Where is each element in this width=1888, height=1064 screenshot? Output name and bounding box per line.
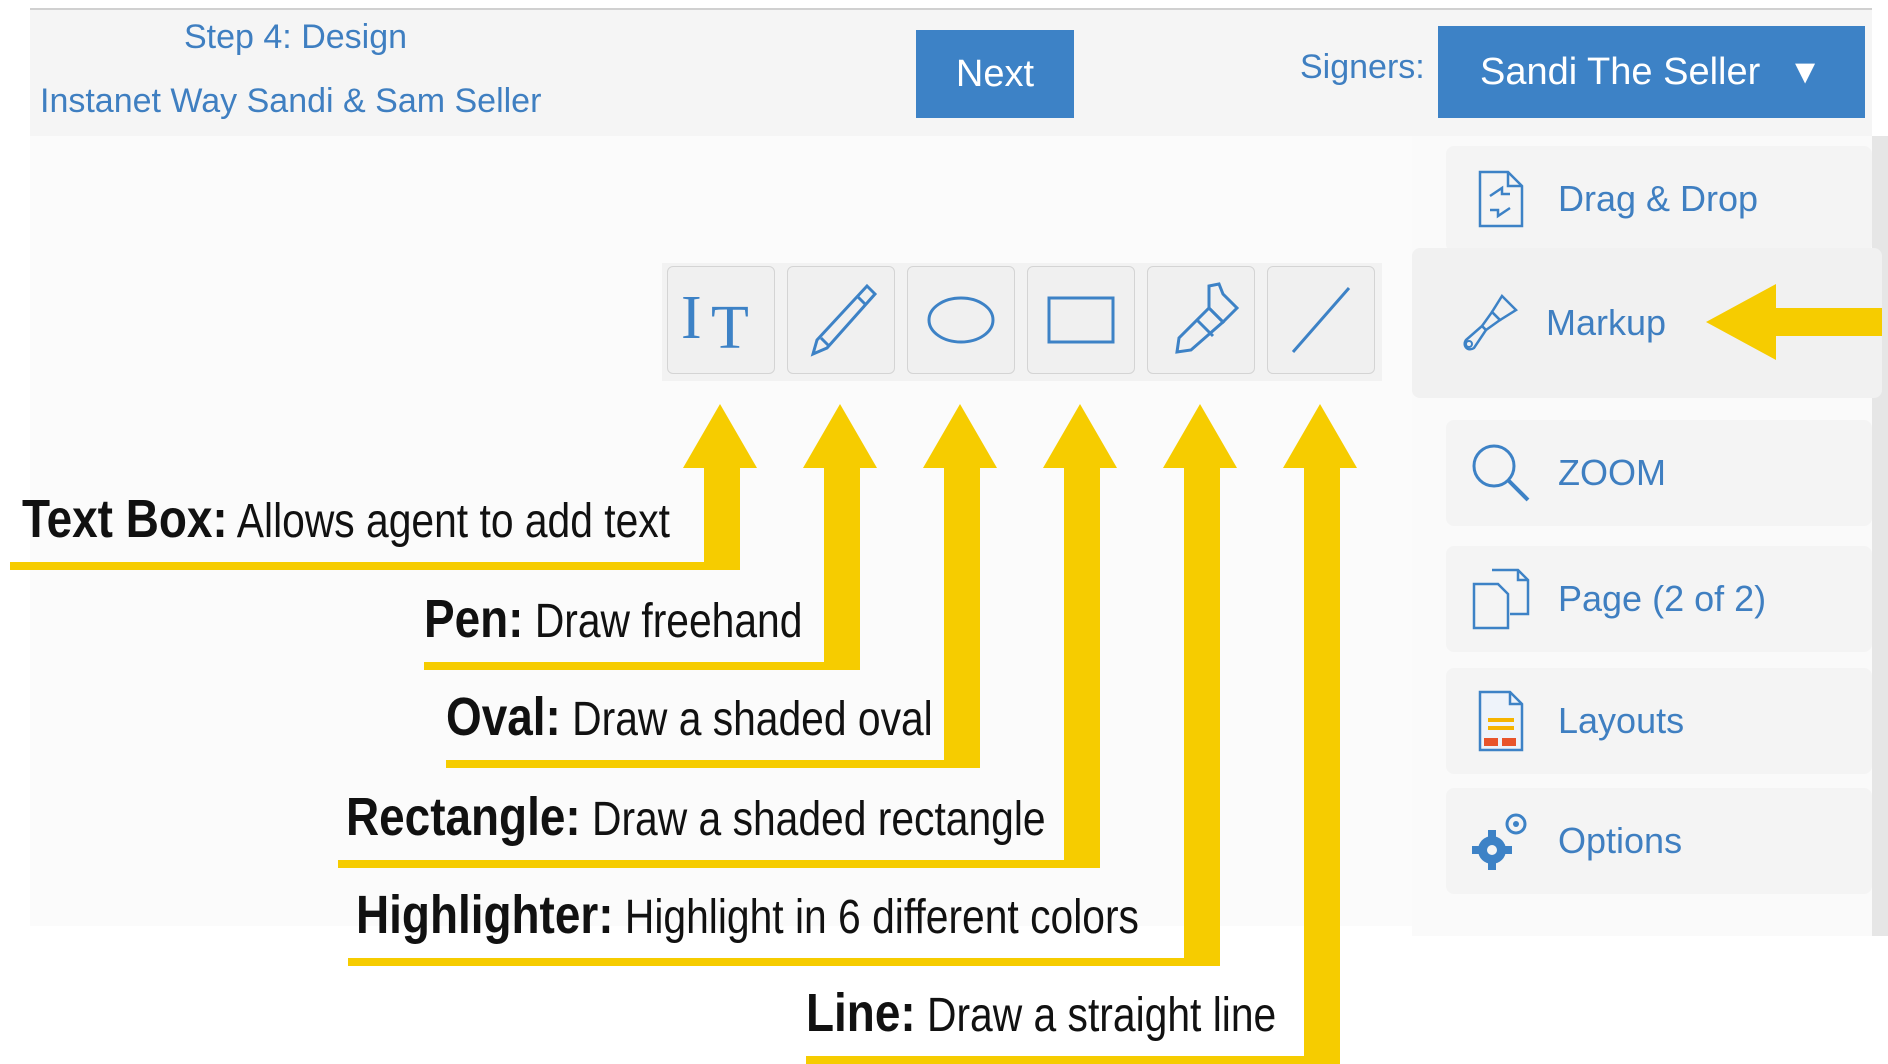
gears-icon xyxy=(1472,813,1527,870)
page: Step 4: Design Instanet Way Sandi & Sam … xyxy=(0,0,1888,1064)
panel-item-label: Layouts xyxy=(1558,700,1685,741)
annotation-term: Rectangle: xyxy=(346,787,581,847)
text-tool-icon: I T xyxy=(681,284,749,362)
panel-item-drag-drop[interactable]: Drag & Drop xyxy=(1446,146,1872,252)
arrow-head-oval xyxy=(923,404,997,468)
underline-highlighter xyxy=(348,958,1220,966)
layouts-icon xyxy=(1478,690,1524,752)
underline-text-box xyxy=(10,562,740,570)
annotation-pen: Pen: Draw freehand xyxy=(424,588,802,650)
paintbrush-icon xyxy=(1463,294,1518,351)
arrow-shaft-line xyxy=(1304,466,1340,1064)
panel-item-label: Page (2 of 2) xyxy=(1558,578,1767,619)
markup-pointer-arrowhead xyxy=(1706,284,1776,360)
panel-item-page[interactable]: Page (2 of 2) xyxy=(1446,546,1872,652)
annotation-term: Line: xyxy=(806,983,916,1043)
step-title: Step 4: Design xyxy=(184,18,408,56)
arrow-head-highlighter xyxy=(1163,404,1237,468)
signers-label: Signers: xyxy=(1300,48,1425,86)
panel-item-zoom[interactable]: ZOOM xyxy=(1446,420,1872,526)
underline-oval xyxy=(446,760,980,768)
next-button[interactable]: Next xyxy=(916,30,1074,118)
rectangle-icon xyxy=(1047,296,1115,344)
annotation-text-box: Text Box: Allows agent to add text xyxy=(22,488,670,550)
arrow-shaft-rectangle xyxy=(1064,466,1100,868)
panel-item-label: Options xyxy=(1558,820,1683,861)
annotation-term: Oval: xyxy=(446,687,561,747)
caret-down-icon: ▼ xyxy=(1788,52,1822,91)
highlighter-tool[interactable] xyxy=(1147,266,1255,374)
annotation-desc: Allows agent to add text xyxy=(236,495,671,548)
arrow-head-rectangle xyxy=(1043,404,1117,468)
panel-item-label: Markup xyxy=(1546,302,1667,343)
arrow-shaft-pen xyxy=(824,466,860,670)
markup-pointer-shaft xyxy=(1770,308,1882,336)
oval-tool[interactable] xyxy=(907,266,1015,374)
magnifier-icon xyxy=(1472,444,1530,502)
arrow-head-pen xyxy=(803,404,877,468)
panel-item-label: ZOOM xyxy=(1558,452,1666,493)
panel-item-layouts[interactable]: Layouts xyxy=(1446,668,1872,774)
annotation-desc: Draw a straight line xyxy=(926,989,1277,1042)
drag-drop-icon xyxy=(1478,170,1524,228)
rectangle-tool[interactable] xyxy=(1027,266,1135,374)
annotation-rectangle: Rectangle: Draw a shaded rectangle xyxy=(346,786,1046,848)
underline-line xyxy=(806,1056,1340,1064)
arrow-shaft-oval xyxy=(944,466,980,768)
arrow-shaft-highlighter xyxy=(1184,466,1220,966)
annotation-highlighter: Highlighter: Highlight in 6 different co… xyxy=(356,884,1139,946)
header-divider xyxy=(30,8,1872,10)
annotation-desc: Draw a shaded rectangle xyxy=(592,793,1046,846)
arrow-shaft-text-box xyxy=(704,466,740,570)
signers-select[interactable]: Sandi The Seller ▼ xyxy=(1438,26,1865,118)
annotation-desc: Draw a shaded oval xyxy=(572,693,933,746)
document-title: Instanet Way Sandi & Sam Seller xyxy=(40,82,542,120)
annotation-term: Text Box: xyxy=(22,489,228,549)
annotation-term: Highlighter: xyxy=(356,885,614,945)
svg-text:I: I xyxy=(681,284,702,352)
underline-pen xyxy=(424,662,860,670)
annotation-desc: Highlight in 6 different colors xyxy=(624,891,1139,944)
signers-value: Sandi The Seller xyxy=(1480,50,1761,93)
text-box-tool[interactable]: I T xyxy=(667,266,775,374)
pages-icon xyxy=(1472,568,1530,630)
line-icon xyxy=(1291,287,1351,353)
annotation-oval: Oval: Draw a shaded oval xyxy=(446,686,933,748)
annotation-term: Pen: xyxy=(424,589,524,649)
arrow-head-line xyxy=(1283,404,1357,468)
annotation-desc: Draw freehand xyxy=(534,595,803,648)
pen-tool[interactable] xyxy=(787,266,895,374)
highlighter-icon xyxy=(1175,282,1240,354)
annotation-line: Line: Draw a straight line xyxy=(806,982,1276,1044)
panel-item-label: Drag & Drop xyxy=(1558,178,1759,219)
arrow-head-text-box xyxy=(683,404,757,468)
svg-text:T: T xyxy=(711,294,749,362)
underline-rectangle xyxy=(338,860,1100,868)
line-tool[interactable] xyxy=(1267,266,1375,374)
oval-icon xyxy=(927,296,995,344)
panel-item-options[interactable]: Options xyxy=(1446,788,1872,894)
pen-icon xyxy=(810,283,878,357)
